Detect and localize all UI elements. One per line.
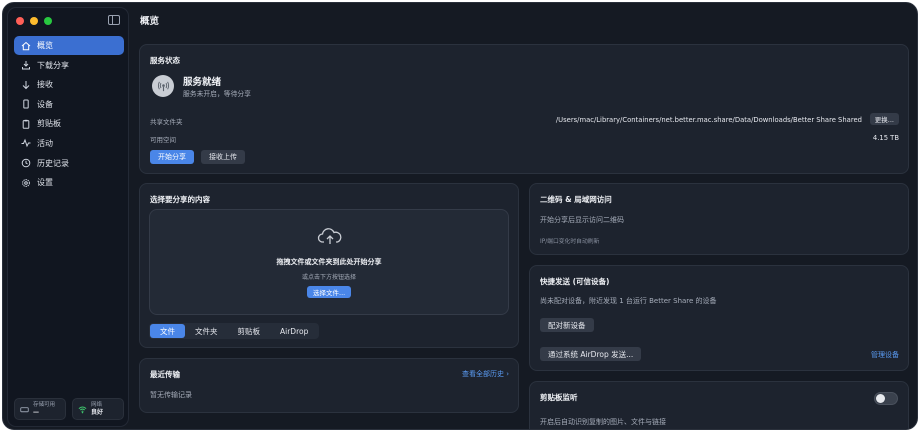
- qr-lan-title: 二维码 & 局域网访问: [540, 195, 612, 204]
- manage-devices-link[interactable]: 管理设备: [871, 350, 899, 360]
- sidebar: 概览 下载分享 接收 设备 剪贴板 活动 历史记录 设置 存储可用 — 网络 良…: [7, 7, 129, 427]
- service-substate-text: 服务未开启，等待分享: [183, 90, 251, 98]
- drop-zone-hint: 或点击下方按钮选择: [301, 274, 356, 281]
- share-content-card: 选择要分享的内容 拖拽文件或文件夹到此处开始分享 或点击下方按钮选择 选择文件.…: [139, 183, 519, 348]
- recent-transfers-title: 最近传输: [150, 370, 180, 379]
- download-share-icon: [20, 59, 32, 71]
- clipboard-icon: [20, 118, 32, 130]
- sidebar-item-receive[interactable]: 接收: [14, 75, 124, 94]
- sidebar-status: 存储可用 — 网络 良好: [14, 398, 124, 420]
- arrow-down-icon: [20, 79, 32, 91]
- sidebar-item-devices[interactable]: 设备: [14, 95, 124, 114]
- gear-icon: [20, 177, 32, 189]
- page-title: 概览: [140, 16, 160, 27]
- shared-folder-label: 共享文件夹: [150, 118, 183, 126]
- activity-icon: [20, 137, 32, 149]
- network-status-value: 良好: [91, 409, 104, 416]
- home-icon: [20, 40, 32, 52]
- start-sharing-button[interactable]: 开始分享: [150, 150, 194, 164]
- clipboard-monitor-toggle[interactable]: [874, 392, 898, 405]
- tab-files[interactable]: 文件: [150, 324, 185, 338]
- sidebar-item-label: 下载分享: [37, 60, 69, 70]
- shared-folder-path: /Users/mac/Library/Containers/net.better…: [555, 116, 862, 124]
- storage-status-label: 存储可用: [33, 402, 56, 408]
- sidebar-item-label: 设备: [37, 99, 53, 109]
- service-status-title: 服务状态: [150, 56, 180, 65]
- tab-airdrop[interactable]: AirDrop: [270, 324, 318, 338]
- quick-send-card: 快捷发送 (可信设备) 尚未配对设备，附近发现 1 台运行 Better Sha…: [529, 265, 909, 371]
- service-status-card: 服务状态 服务就绪 服务未开启，等待分享 共享文件夹 /Users/mac/Li…: [139, 44, 909, 174]
- app-window: 概览 下载分享 接收 设备 剪贴板 活动 历史记录 设置 存储可用 — 网络 良…: [2, 2, 918, 430]
- qr-lan-card: 二维码 & 局域网访问 开始分享后显示访问二维码 IP/端口变化时自动刷新: [529, 183, 909, 255]
- sidebar-item-history[interactable]: 历史记录: [14, 154, 124, 173]
- airdrop-send-button[interactable]: 通过系统 AirDrop 发送...: [540, 347, 642, 361]
- choose-file-button[interactable]: 选择文件...: [307, 286, 352, 298]
- sidebar-item-activity[interactable]: 活动: [14, 134, 124, 153]
- sidebar-item-label: 剪贴板: [37, 119, 61, 129]
- clipboard-monitor-title: 剪贴板监听: [540, 393, 578, 402]
- change-folder-button[interactable]: 更换...: [869, 113, 899, 125]
- history-icon: [20, 157, 32, 169]
- clipboard-monitor-desc: 开启后自动识别复制的图片、文件与链接: [540, 418, 666, 426]
- tab-clipboard[interactable]: 剪贴板: [228, 324, 271, 338]
- close-window-button[interactable]: [16, 17, 24, 25]
- network-status-label: 网络: [91, 402, 103, 408]
- receive-upload-button[interactable]: 接收上传: [201, 150, 245, 164]
- quick-send-title: 快捷发送 (可信设备): [540, 277, 610, 286]
- recent-transfers-card: 最近传输 查看全部历史 › 暂无传输记录: [139, 358, 519, 413]
- sidebar-toggle-icon[interactable]: [108, 15, 120, 25]
- sidebar-item-label: 设置: [37, 178, 53, 188]
- sidebar-item-settings[interactable]: 设置: [14, 173, 124, 192]
- zoom-window-button[interactable]: [44, 17, 52, 25]
- share-type-tabs: 文件 文件夹 剪贴板 AirDrop: [149, 323, 320, 339]
- tab-folders[interactable]: 文件夹: [185, 324, 228, 338]
- phone-icon: [20, 98, 32, 110]
- sidebar-nav: 概览 下载分享 接收 设备 剪贴板 活动 历史记录 设置: [14, 36, 124, 193]
- cloud-upload-icon: [317, 226, 343, 248]
- available-space-value: 4.15 TB: [872, 134, 899, 142]
- window-controls: [16, 17, 52, 25]
- storage-status-value: —: [33, 409, 39, 416]
- file-drop-zone[interactable]: 拖拽文件或文件夹到此处开始分享 或点击下方按钮选择 选择文件...: [149, 209, 509, 315]
- recent-empty-text: 暂无传输记录: [150, 391, 192, 399]
- minimize-window-button[interactable]: [30, 17, 38, 25]
- sidebar-item-label: 历史记录: [37, 158, 69, 168]
- network-status-card: 网络 良好: [72, 398, 124, 420]
- quick-send-desc: 尚未配对设备，附近发现 1 台运行 Better Share 的设备: [540, 297, 717, 305]
- available-space-label: 可用空间: [150, 136, 176, 144]
- sidebar-item-label: 接收: [37, 80, 53, 90]
- qr-desc-text: 开始分享后显示访问二维码: [540, 216, 624, 224]
- share-content-title: 选择要分享的内容: [150, 195, 210, 204]
- sidebar-item-label: 概览: [37, 41, 53, 50]
- storage-status-card: 存储可用 —: [14, 398, 66, 420]
- broadcast-icon: [152, 75, 174, 97]
- clipboard-monitor-card: 剪贴板监听 开启后自动识别复制的图片、文件与链接: [529, 381, 909, 429]
- sidebar-item-overview[interactable]: 概览: [14, 36, 124, 55]
- wifi-icon: [78, 405, 87, 414]
- drop-zone-title: 拖拽文件或文件夹到此处开始分享: [276, 258, 382, 266]
- service-state-text: 服务就绪: [183, 77, 222, 88]
- view-all-history-link[interactable]: 查看全部历史 ›: [462, 369, 509, 379]
- sidebar-item-download-share[interactable]: 下载分享: [14, 56, 124, 75]
- pair-device-button[interactable]: 配对新设备: [540, 318, 594, 332]
- sidebar-item-clipboard[interactable]: 剪贴板: [14, 114, 124, 133]
- sidebar-item-label: 活动: [37, 138, 53, 148]
- qr-note-text: IP/端口变化时自动刷新: [540, 239, 600, 245]
- drive-icon: [20, 405, 29, 414]
